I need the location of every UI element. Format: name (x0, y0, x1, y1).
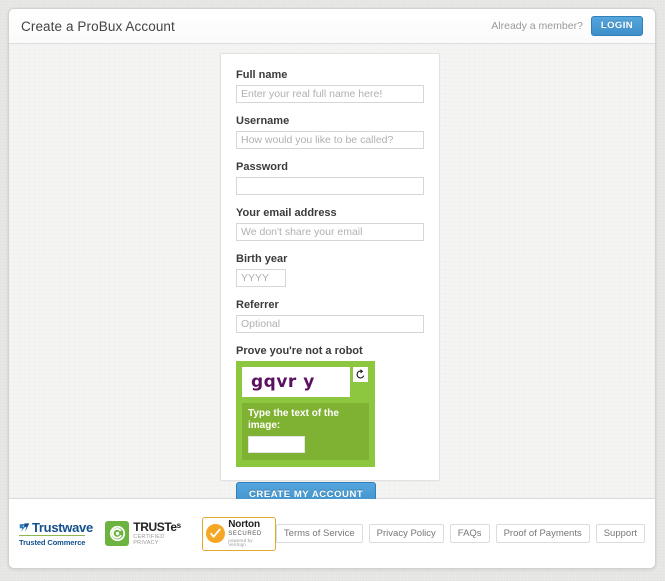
field-referrer: Referrer (236, 298, 424, 333)
refresh-icon[interactable] (353, 367, 368, 382)
login-button[interactable]: LOGIN (590, 16, 643, 36)
label-referrer: Referrer (236, 299, 279, 311)
label-username: Username (236, 115, 290, 127)
input-email[interactable] (236, 223, 424, 241)
captcha-image-row: gqvr y (242, 367, 369, 397)
input-full-name[interactable] (236, 85, 424, 103)
norton-badge[interactable]: Norton SECURED powered by VeriSign (202, 516, 276, 551)
trust-badges: Trustwave Trusted Commerce TRUSTeˢ CERTI… (19, 516, 276, 551)
trustwave-logo-icon (19, 522, 30, 532)
captcha-prompt-label: Type the text of the image: (248, 408, 339, 431)
norton-byline: powered by VeriSign (228, 537, 253, 547)
trustwave-divider (19, 535, 85, 536)
truste-seal-icon (104, 521, 130, 546)
trustwave-badge[interactable]: Trustwave Trusted Commerce (19, 521, 93, 547)
trustwave-title: Trustwave (32, 519, 93, 535)
captcha-widget: gqvr y Type the text of the image: (236, 361, 375, 467)
header-actions: Already a member? LOGIN (491, 16, 643, 36)
footer-link-privacy-policy[interactable]: Privacy Policy (368, 523, 444, 544)
captcha-image: gqvr y (242, 367, 350, 397)
norton-title: Norton (228, 518, 260, 530)
label-birth-year: Birth year (236, 253, 288, 265)
truste-subtitle: CERTIFIED PRIVACY (133, 534, 165, 546)
page-title: Create a ProBux Account (21, 18, 175, 34)
input-referrer[interactable] (236, 315, 424, 333)
norton-checkmark-icon (206, 524, 226, 543)
trustwave-subtitle: Trusted Commerce (19, 538, 86, 547)
already-member-label: Already a member? (491, 20, 583, 32)
label-password: Password (236, 161, 288, 173)
captcha-challenge-text: gqvr y (251, 372, 315, 392)
field-username: Username (236, 114, 424, 149)
field-birth-year: Birth year (236, 252, 424, 287)
field-password: Password (236, 160, 424, 195)
trustwave-top-row: Trustwave (19, 521, 93, 534)
page-header: Create a ProBux Account Already a member… (9, 9, 655, 44)
footer-link-proof-of-payments[interactable]: Proof of Payments (495, 523, 590, 544)
field-full-name: Full name (236, 68, 424, 103)
truste-badge[interactable]: TRUSTeˢ CERTIFIED PRIVACY (104, 521, 190, 546)
captcha-answer-area: Type the text of the image: (242, 403, 369, 460)
truste-title: TRUSTeˢ (133, 520, 181, 534)
footer-link-faqs[interactable]: FAQs (449, 523, 490, 544)
content-area: Full name Username Password Your email a… (9, 44, 655, 555)
label-captcha: Prove you're not a robot (236, 345, 363, 357)
norton-text: Norton SECURED powered by VeriSign (228, 518, 270, 548)
input-captcha-answer[interactable] (248, 436, 305, 453)
input-password[interactable] (236, 177, 424, 195)
field-email: Your email address (236, 206, 424, 241)
footer-link-terms-of-service[interactable]: Terms of Service (275, 523, 363, 544)
label-full-name: Full name (236, 69, 288, 81)
page-footer: Trustwave Trusted Commerce TRUSTeˢ CERTI… (9, 499, 655, 568)
page-shell: Create a ProBux Account Already a member… (8, 8, 656, 569)
input-username[interactable] (236, 131, 424, 149)
field-captcha: Prove you're not a robot gqvr y Type the… (236, 344, 424, 467)
truste-text: TRUSTeˢ CERTIFIED PRIVACY (133, 521, 190, 546)
signup-form-panel: Full name Username Password Your email a… (220, 53, 440, 555)
input-birth-year[interactable] (236, 269, 286, 287)
norton-subtitle: SECURED (228, 530, 262, 537)
footer-link-support[interactable]: Support (595, 523, 645, 544)
footer-links: Terms of Service Privacy Policy FAQs Pro… (275, 523, 645, 544)
label-email: Your email address (236, 207, 337, 219)
